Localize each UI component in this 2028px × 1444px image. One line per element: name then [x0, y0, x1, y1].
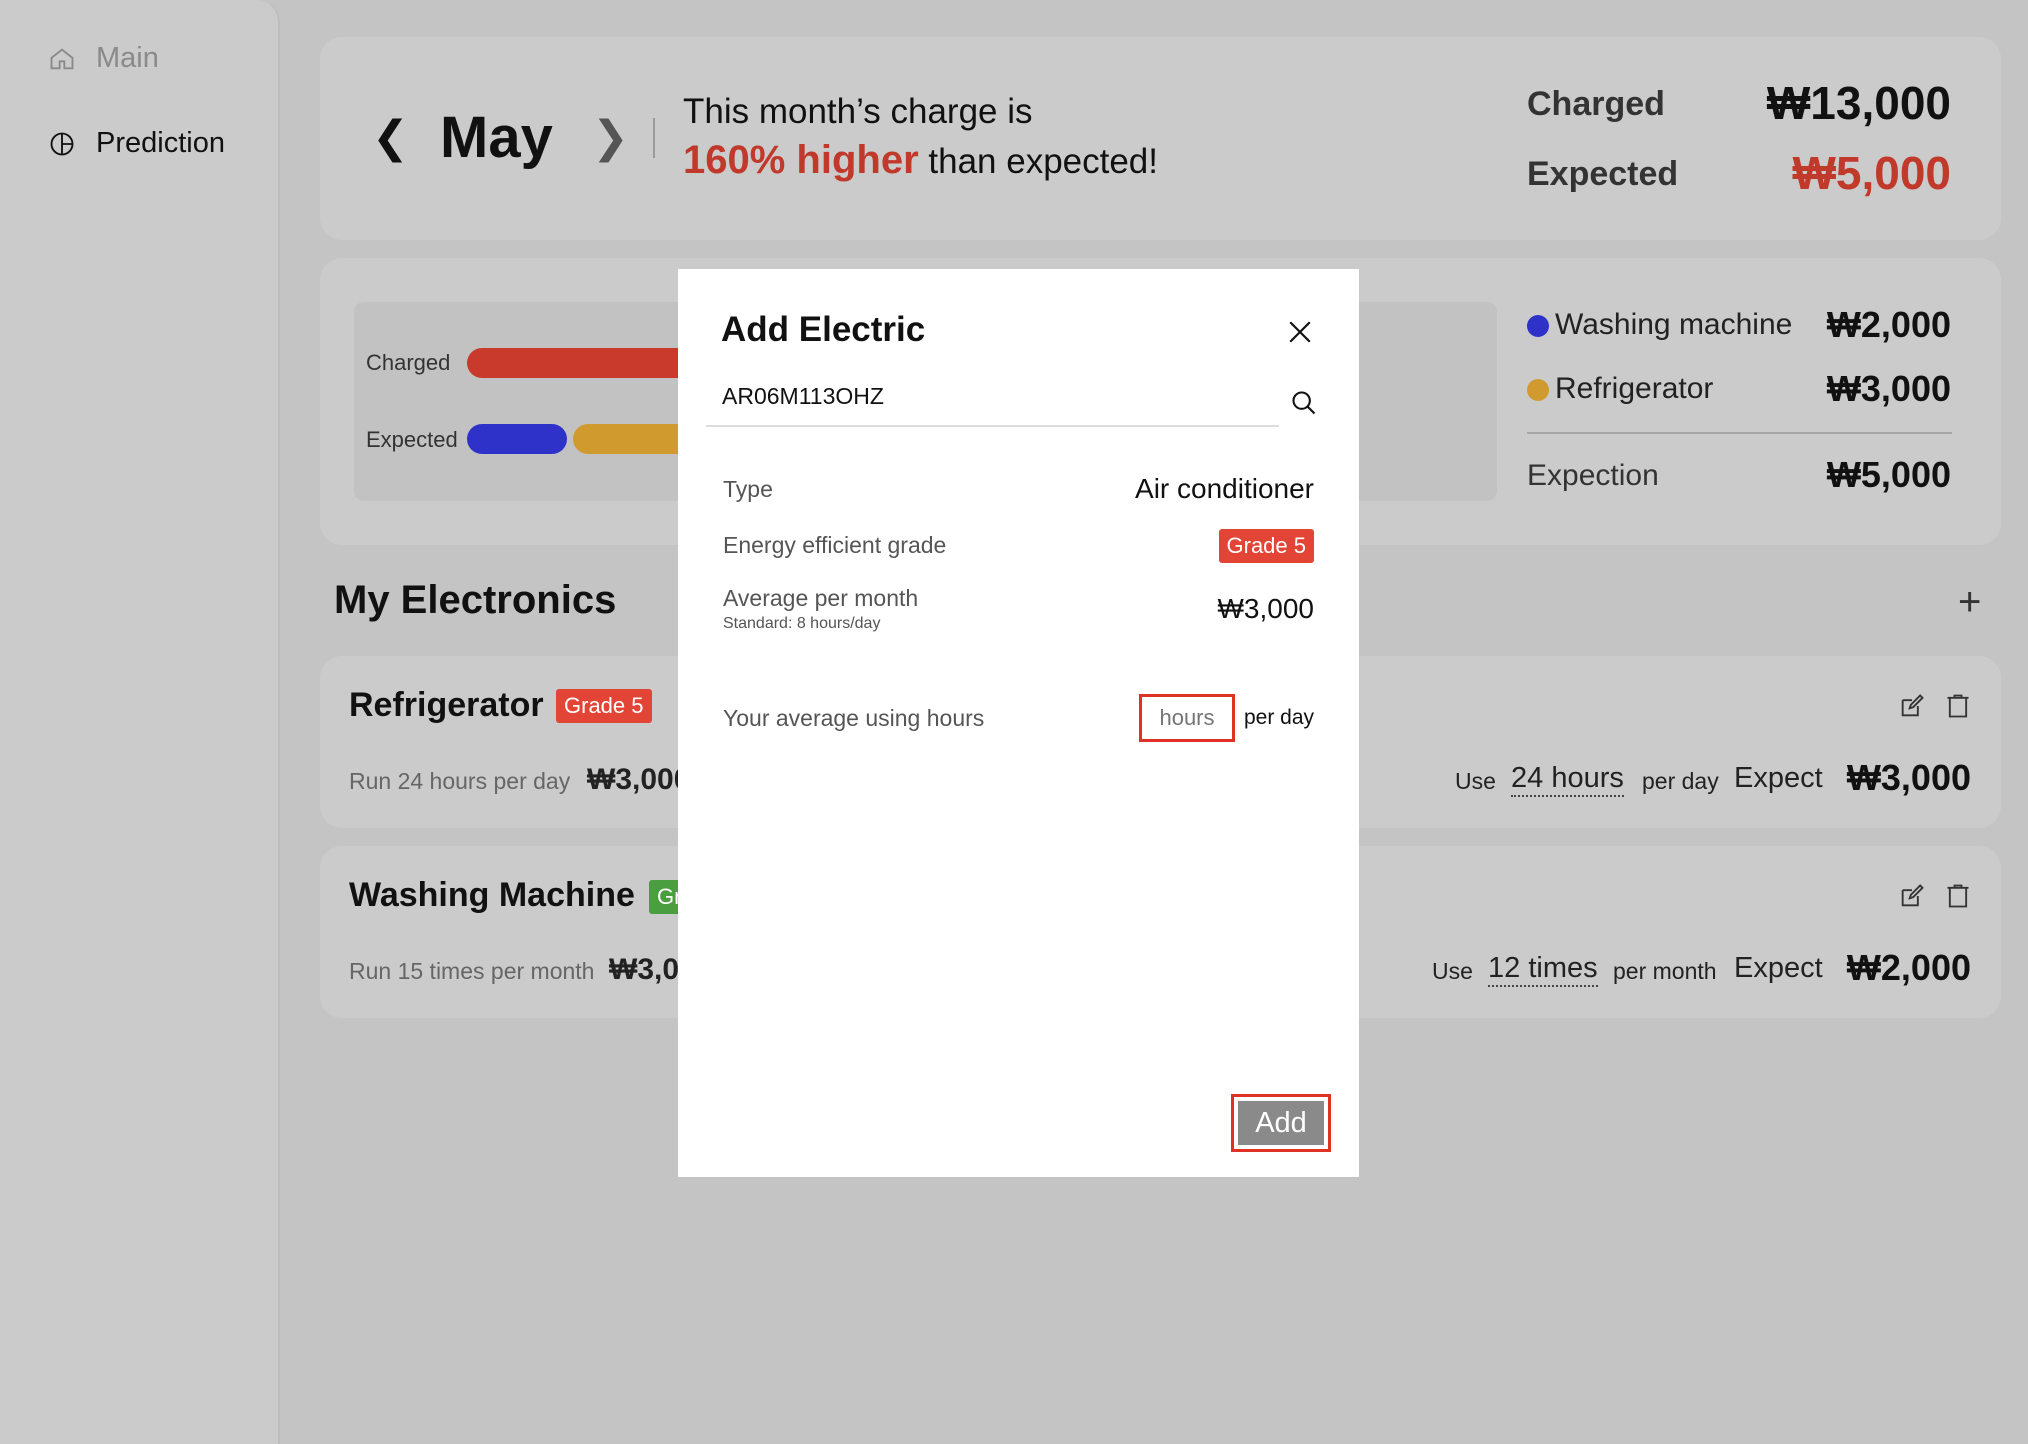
- expected-bar-washing: [467, 424, 567, 454]
- item-price: ₩3,000: [587, 763, 691, 796]
- pie-chart-icon: [50, 132, 74, 155]
- hours-label: Your average using hours: [723, 705, 985, 731]
- home-icon: [50, 47, 74, 69]
- legend-refrigerator-value: ₩3,000: [1826, 368, 1951, 409]
- month-title: May: [440, 105, 553, 170]
- search-icon[interactable]: [1290, 389, 1318, 417]
- expect-label: Expect: [1734, 762, 1823, 794]
- add-button-frame: Add: [1231, 1094, 1331, 1152]
- charge-comparison: 160% higher than expected!: [683, 138, 1158, 183]
- charge-highlight: 160% higher: [683, 138, 919, 182]
- grade-badge: Grade 5: [556, 689, 652, 723]
- use-prefix: Use: [1432, 958, 1473, 984]
- model-search-input[interactable]: [722, 383, 1262, 410]
- expection-label: Expection: [1527, 459, 1659, 492]
- use-times-value[interactable]: 12 times: [1488, 952, 1598, 987]
- use-suffix: per month: [1613, 958, 1717, 984]
- legend-dot-washing: [1527, 315, 1549, 337]
- close-icon[interactable]: [1287, 319, 1313, 345]
- add-electronic-button[interactable]: +: [1958, 580, 1981, 625]
- item-price: ₩3,0: [609, 953, 680, 986]
- hours-input[interactable]: [1142, 697, 1232, 739]
- charged-bar-label: Charged: [366, 350, 451, 375]
- item-title: Washing Machine: [349, 876, 635, 914]
- grade-badge: Grade 5: [1218, 529, 1314, 563]
- expect-value: ₩3,000: [1846, 757, 1971, 798]
- average-value: ₩3,000: [1217, 593, 1315, 624]
- use-suffix: per day: [1642, 768, 1719, 794]
- sidebar-item-label: Main: [96, 42, 159, 74]
- expected-value: ₩5,000: [1792, 147, 1951, 199]
- modal-title: Add Electric: [721, 310, 926, 349]
- type-value: Air conditioner: [1135, 473, 1314, 504]
- trash-icon[interactable]: [1944, 882, 1972, 910]
- per-day-label: per day: [1244, 706, 1315, 729]
- charge-comparison-rest: than expected!: [918, 142, 1158, 181]
- divider: [653, 118, 655, 158]
- item-run-text: Run 15 times per month: [349, 958, 595, 984]
- use-prefix: Use: [1455, 768, 1496, 794]
- item-run-text: Run 24 hours per day: [349, 768, 571, 794]
- average-label: Average per month: [723, 585, 919, 611]
- section-title: My Electronics: [334, 578, 617, 622]
- charged-bar: [467, 348, 697, 378]
- hours-input-frame: [1139, 694, 1235, 742]
- expected-label: Expected: [1527, 155, 1679, 193]
- expection-value: ₩5,000: [1826, 454, 1951, 495]
- legend-washing-value: ₩2,000: [1826, 304, 1951, 345]
- legend-divider: [1527, 432, 1952, 434]
- legend-washing-label: Washing machine: [1555, 308, 1793, 341]
- model-search-field: [706, 375, 1279, 427]
- add-electric-modal: Add Electric Type Air conditioner Energy…: [678, 269, 1359, 1177]
- type-label: Type: [723, 476, 773, 502]
- edit-icon[interactable]: [1898, 692, 1926, 720]
- legend-refrigerator-label: Refrigerator: [1555, 372, 1714, 405]
- grade-label: Energy efficient grade: [723, 532, 947, 558]
- use-hours-value[interactable]: 24 hours: [1511, 762, 1624, 797]
- sidebar-item-main[interactable]: Main: [48, 42, 159, 75]
- item-title: Refrigerator: [349, 686, 544, 724]
- charged-value: ₩13,000: [1766, 77, 1951, 129]
- next-month-button[interactable]: ❯: [592, 112, 629, 163]
- trash-icon[interactable]: [1944, 692, 1972, 720]
- add-button[interactable]: Add: [1238, 1101, 1324, 1145]
- expect-label: Expect: [1734, 952, 1823, 984]
- legend-dot-refrigerator: [1527, 379, 1549, 401]
- expected-bar-label: Expected: [366, 427, 458, 452]
- previous-month-button[interactable]: ❮: [372, 112, 409, 163]
- average-sub-label: Standard: 8 hours/day: [723, 615, 881, 632]
- sidebar-item-prediction[interactable]: Prediction: [48, 127, 225, 160]
- edit-icon[interactable]: [1898, 882, 1926, 910]
- charged-label: Charged: [1527, 85, 1665, 123]
- expect-value: ₩2,000: [1846, 947, 1971, 988]
- sidebar-item-label: Prediction: [96, 127, 225, 159]
- sidebar: Main Prediction: [0, 0, 280, 1444]
- summary-card: [320, 37, 2001, 240]
- charge-message: This month’s charge is: [683, 92, 1033, 131]
